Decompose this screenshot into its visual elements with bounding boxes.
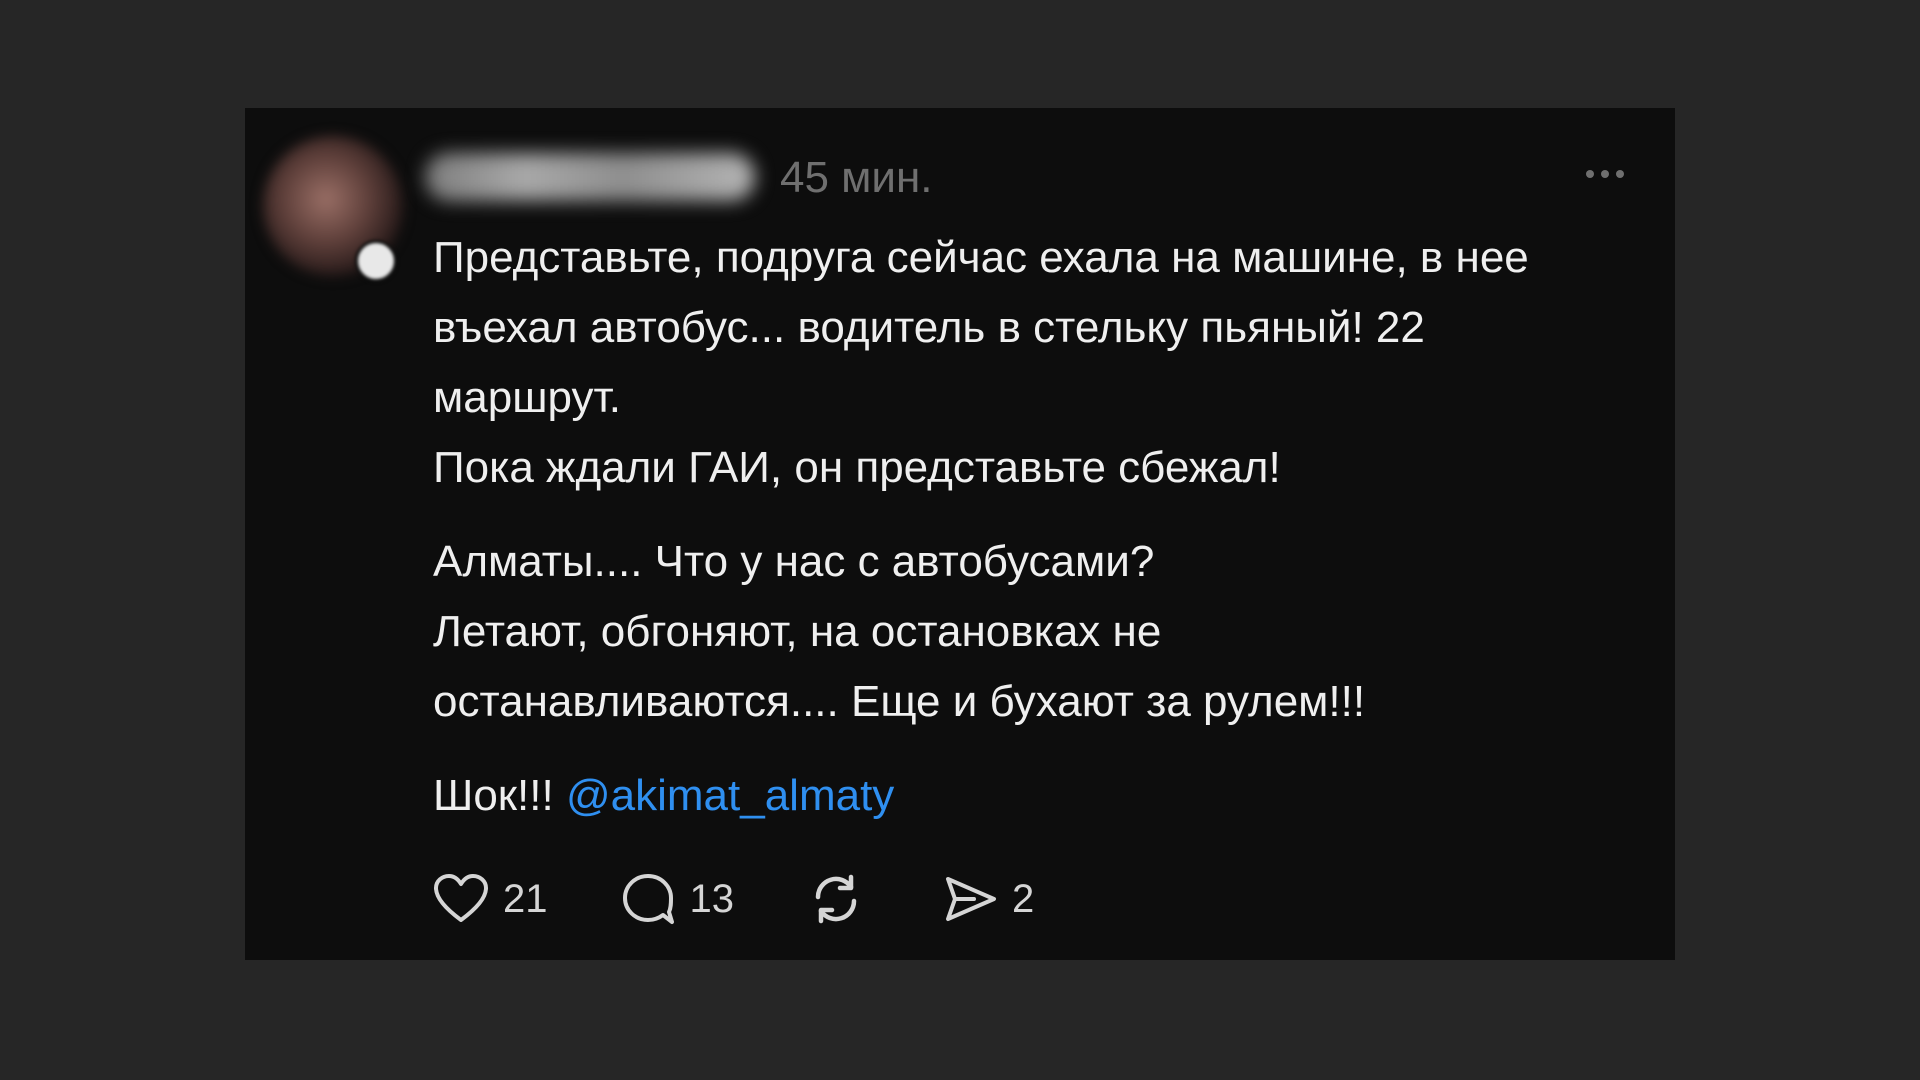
post-timestamp: 45 мин. xyxy=(780,153,933,202)
repost-icon xyxy=(806,869,866,929)
post-line: Летают, обгоняют, на остановках не xyxy=(433,607,1162,656)
post-line: Представьте, подруга сейчас ехала на маш… xyxy=(433,233,1529,282)
like-count: 21 xyxy=(503,876,548,921)
post-paragraph-2: Алматы.... Что у нас с автобусами? Летаю… xyxy=(433,527,1653,737)
comment-count: 13 xyxy=(689,876,735,921)
more-dots-icon[interactable] xyxy=(1575,154,1635,194)
share-count: 2 xyxy=(1012,876,1035,921)
send-icon xyxy=(942,871,998,927)
share-button[interactable]: 2 xyxy=(942,871,1034,927)
post-paragraph-1: Представьте, подруга сейчас ехала на маш… xyxy=(433,223,1653,503)
post-line: Алматы.... Что у нас с автобусами? xyxy=(433,537,1155,586)
thread-post: 45 мин. Представьте, подруга сейчас ехал… xyxy=(245,108,1675,960)
like-button[interactable]: 21 xyxy=(433,873,548,925)
post-line: въехал автобус... водитель в стельку пья… xyxy=(433,303,1425,352)
post-paragraph-3: Шок!!! @akimat_almaty xyxy=(433,761,1653,831)
post-line: маршрут. xyxy=(433,373,621,422)
comment-button[interactable]: 13 xyxy=(620,871,735,927)
post-line: останавливаются.... Еще и бухают за руле… xyxy=(433,677,1366,726)
post-actions: 21 13 2 xyxy=(433,864,1106,934)
post-body: Представьте, подруга сейчас ехала на маш… xyxy=(433,223,1653,831)
repost-button[interactable] xyxy=(806,869,866,929)
post-final-text: Шок!!! xyxy=(433,771,554,820)
heart-icon xyxy=(433,873,489,925)
username-blurred[interactable] xyxy=(425,153,755,201)
mention-link[interactable]: @akimat_almaty xyxy=(566,771,894,820)
avatar-badge xyxy=(355,240,397,282)
comment-bubble-icon xyxy=(620,871,676,927)
post-line: Пока ждали ГАИ, он представьте сбежал! xyxy=(433,443,1281,492)
